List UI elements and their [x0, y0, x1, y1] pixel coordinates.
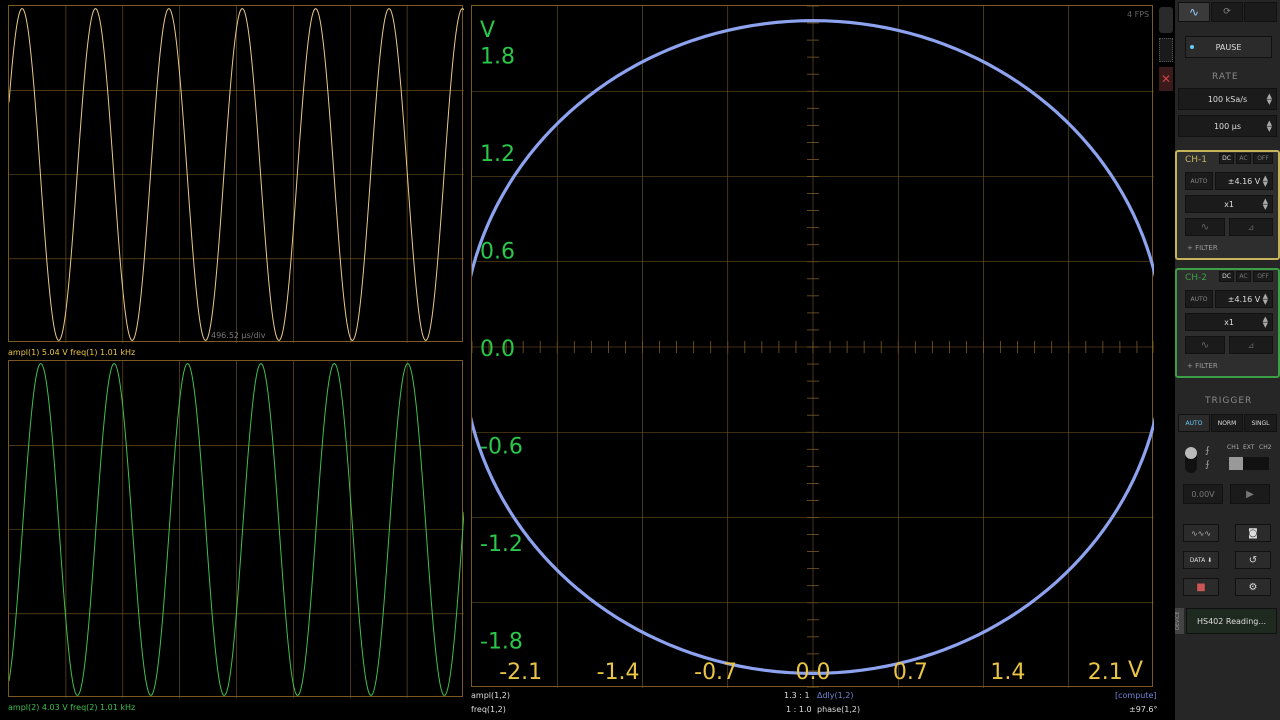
tab-spectrum[interactable] [1244, 2, 1277, 22]
spinner-icon: ▲ ▼ [1262, 174, 1268, 188]
compute-link[interactable]: [compute] [1115, 691, 1157, 700]
data-export-button[interactable]: DATA ⬇ [1183, 551, 1219, 569]
handle-icon[interactable] [1159, 7, 1173, 33]
pause-indicator-icon [1190, 45, 1194, 49]
edge-falling-icon[interactable]: ⨍ [1205, 460, 1210, 470]
x-tick-label: 0.0 [796, 660, 831, 685]
tab-xy[interactable]: ⟳ [1211, 2, 1243, 22]
timebase-select[interactable]: 100 µs ▲ ▼ [1178, 115, 1277, 137]
x-tick-label: -0.7 [694, 660, 737, 685]
ch2-range-select[interactable]: ±4.16 V ▲ ▼ [1215, 290, 1273, 308]
xy-plot-view[interactable]: 1.8 1.2 0.6 0.0 -0.6 -1.2 -1.8 -2.1 -1.4 -0.7 0.0 0… [471, 5, 1154, 688]
spinner-icon: ▲ ▼ [1262, 292, 1268, 306]
ch1-math-button[interactable]: ⊿ [1229, 218, 1273, 236]
slider-thumb-icon [1229, 457, 1243, 470]
phase-label: phase(1,2) [817, 705, 861, 714]
trigger-play-button[interactable]: ▶ [1230, 484, 1270, 504]
trigger-ext[interactable]: EXT [1243, 444, 1254, 451]
device-status: HS402 Reading... [1186, 608, 1277, 634]
spinner-icon: ▲ ▼ [1266, 119, 1272, 133]
xy-plot: 1.8 1.2 0.6 0.0 -0.6 -1.2 -1.8 -2.1 -1.4 -0.7 0.0 0… [472, 6, 1154, 688]
freq-label: freq(1,2) [471, 705, 506, 714]
y-tick-label: -1.2 [480, 532, 523, 557]
y-unit-label: V [480, 18, 496, 43]
trigger-knob[interactable] [1185, 447, 1197, 473]
y-tick-label: 0.6 [480, 240, 515, 265]
freq-ratio: 1 : 1.0 [786, 705, 812, 714]
x-tick-label: -2.1 [499, 660, 542, 685]
ampl-label: ampl(1,2) [471, 691, 510, 700]
x-unit-label: V [1128, 658, 1144, 683]
x-tick-label: 0.7 [893, 660, 928, 685]
ch1-label: CH-1 [1185, 155, 1208, 165]
ch1-auto-button[interactable]: AUTO [1185, 172, 1213, 190]
download-icon: ⬇ [1207, 556, 1213, 564]
knob-handle-icon [1185, 447, 1197, 459]
ch2-scope-view[interactable] [8, 360, 464, 698]
timebase-label: 496.52 µs/div [211, 331, 266, 340]
ch2-auto-button[interactable]: AUTO [1185, 290, 1213, 308]
pause-button[interactable]: PAUSE [1185, 36, 1272, 58]
close-icon[interactable]: ✕ [1159, 67, 1173, 91]
trigger-source-slider[interactable] [1229, 457, 1269, 470]
x-tick-label: 2.1 [1088, 660, 1123, 685]
tool-strip: ✕ [1157, 5, 1173, 91]
rate-select[interactable]: 100 kSa/s ▲ ▼ [1178, 88, 1277, 110]
y-tick-label: -1.8 [480, 629, 523, 654]
spinner-icon: ▲ ▼ [1266, 92, 1272, 106]
ch1-off-button[interactable]: OFF [1253, 153, 1273, 164]
ch2-dc-button[interactable]: DC [1219, 271, 1234, 282]
fps-label: 4 FPS [1127, 10, 1150, 19]
ch2-section: CH-2 DC AC OFF AUTO ±4.16 V ▲ ▼ x1 ▲ ▼ ∿ ⊿ +… [1175, 268, 1280, 378]
x-tick-label: -1.4 [597, 660, 640, 685]
x-tick-label: 1.4 [990, 660, 1025, 685]
y-tick-label: 1.2 [480, 142, 515, 167]
ddly-label: Δdly(1,2) [817, 691, 854, 700]
ch1-filter-toggle[interactable]: + FILTER [1187, 244, 1218, 252]
waveform-generator-button[interactable]: ∿∿∿ [1183, 524, 1219, 542]
ch2-status: ampl(2) 4.03 V freq(2) 1.01 kHz [8, 703, 136, 712]
y-tick-label: 1.8 [480, 45, 515, 70]
ch1-ac-button[interactable]: AC [1236, 153, 1251, 164]
spinner-icon: ▲ ▼ [1262, 197, 1268, 211]
camera-icon[interactable]: ◙ [1235, 524, 1271, 542]
ch2-filter-toggle[interactable]: + FILTER [1187, 362, 1218, 370]
ch1-section: CH-1 DC AC OFF AUTO ±4.16 V ▲ ▼ x1 ▲ ▼ ∿ ⊿ +… [1175, 150, 1280, 260]
ch1-waveform-plot [9, 6, 464, 343]
y-tick-label: -0.6 [480, 434, 523, 459]
ch1-wave-button[interactable]: ∿ [1185, 218, 1225, 236]
rate-header: RATE [1212, 72, 1239, 82]
trigger-ch1[interactable]: CH1 [1227, 444, 1240, 451]
control-panel: ∿ ⟳ PAUSE RATE 100 kSa/s ▲ ▼ 100 µs ▲ ▼ CH-1… [1175, 0, 1280, 720]
ch1-probe-select[interactable]: x1 ▲ ▼ [1185, 195, 1273, 213]
history-icon[interactable]: ↺ [1235, 551, 1271, 569]
ch2-probe-select[interactable]: x1 ▲ ▼ [1185, 313, 1273, 331]
edge-rising-icon[interactable]: ⨍ [1205, 446, 1210, 456]
tab-scope[interactable]: ∿ [1178, 2, 1210, 22]
ch2-wave-button[interactable]: ∿ [1185, 336, 1225, 354]
settings-gear-icon[interactable]: ⚙ [1235, 578, 1271, 596]
trigger-level[interactable]: 0.00V [1183, 484, 1223, 504]
ch2-off-button[interactable]: OFF [1253, 271, 1273, 282]
ch2-label: CH-2 [1185, 273, 1208, 283]
trigger-auto-button[interactable]: AUTO [1178, 414, 1210, 432]
device-tab[interactable]: DEVICE [1175, 608, 1184, 634]
ch2-ac-button[interactable]: AC [1236, 271, 1251, 282]
ampl-ratio: 1.3 : 1 [784, 691, 810, 700]
cube-icon[interactable]: ■ [1183, 578, 1219, 596]
ch1-status: ampl(1) 5.04 V freq(1) 1.01 kHz [8, 348, 136, 357]
ch1-scope-view[interactable]: 496.52 µs/div [8, 5, 464, 343]
spinner-icon: ▲ ▼ [1262, 315, 1268, 329]
ch1-dc-button[interactable]: DC [1219, 153, 1234, 164]
trigger-norm-button[interactable]: NORM [1211, 414, 1243, 432]
move-icon[interactable] [1159, 38, 1173, 62]
phase-value: ±97.6° [1129, 705, 1158, 714]
y-tick-label: 0.0 [480, 337, 515, 362]
trigger-single-button[interactable]: SINGL [1244, 414, 1277, 432]
trigger-header: TRIGGER [1205, 396, 1253, 406]
ch2-waveform-plot [9, 361, 464, 698]
ch2-math-button[interactable]: ⊿ [1229, 336, 1273, 354]
ch1-range-select[interactable]: ±4.16 V ▲ ▼ [1215, 172, 1273, 190]
trigger-ch2[interactable]: CH2 [1259, 444, 1272, 451]
